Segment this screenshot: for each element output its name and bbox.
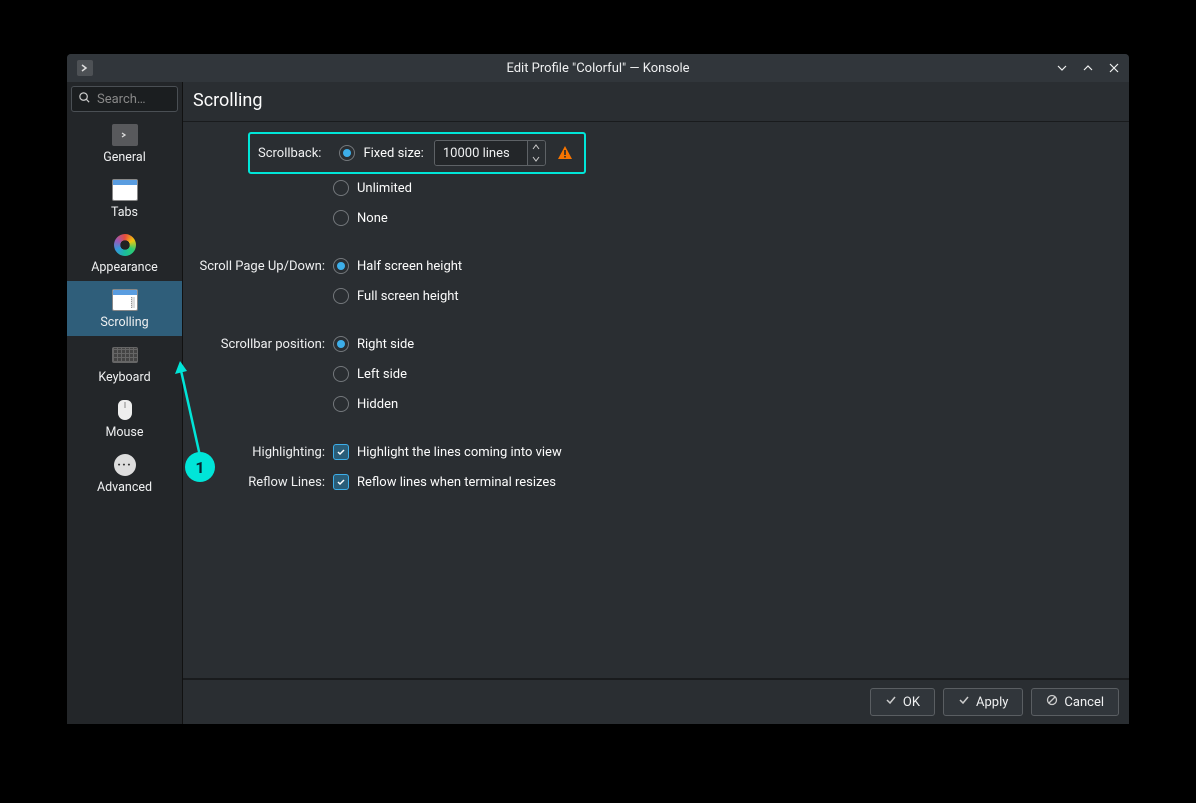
radio-label: None	[357, 211, 388, 226]
titlebar: Edit Profile "Colorful" — Konsole	[67, 54, 1129, 82]
scrollback-lines-input[interactable]	[435, 141, 527, 165]
checkbox-icon	[333, 444, 349, 460]
search-icon	[78, 91, 91, 108]
check-icon	[885, 694, 897, 710]
button-label: Cancel	[1064, 695, 1104, 710]
ellipsis-icon: ···	[112, 454, 138, 476]
search-box[interactable]	[71, 86, 178, 112]
cancel-icon	[1046, 694, 1058, 710]
radio-icon	[333, 366, 349, 382]
checkbox-icon	[333, 474, 349, 490]
section-title: Scrolling	[183, 82, 1129, 121]
radio-label: Right side	[357, 337, 414, 352]
spin-down-button[interactable]	[528, 153, 545, 165]
radio-icon	[333, 336, 349, 352]
sidebar-item-label: Advanced	[97, 480, 152, 495]
sidebar-item-label: Appearance	[91, 260, 158, 275]
highlight-lines-checkbox[interactable]: Highlight the lines coming into view	[333, 444, 562, 460]
sidebar-item-advanced[interactable]: ··· Advanced	[67, 446, 182, 501]
close-button[interactable]	[1105, 59, 1123, 77]
radio-icon	[333, 396, 349, 412]
radio-label: Hidden	[357, 397, 398, 412]
radio-icon	[333, 180, 349, 196]
radio-icon	[333, 258, 349, 274]
sidebar-item-general[interactable]: General	[67, 116, 182, 171]
color-wheel-icon	[112, 234, 138, 256]
scrollback-none-radio[interactable]: None	[333, 210, 388, 226]
spin-up-button[interactable]	[528, 141, 545, 153]
radio-label: Fixed size:	[363, 146, 423, 161]
form-area: Scrollback: Fixed size:	[183, 121, 1129, 679]
tabs-icon	[112, 179, 138, 201]
apply-button[interactable]: Apply	[943, 688, 1023, 716]
scrollback-label: Scrollback:	[258, 146, 329, 161]
maximize-button[interactable]	[1079, 59, 1097, 77]
checkbox-label: Reflow lines when terminal resizes	[357, 475, 556, 490]
scroll-page-full-radio[interactable]: Full screen height	[333, 288, 459, 304]
radio-label: Unlimited	[357, 181, 412, 196]
scrollbar-left-radio[interactable]: Left side	[333, 366, 407, 382]
sidebar-item-appearance[interactable]: Appearance	[67, 226, 182, 281]
sidebar-item-label: Tabs	[111, 205, 138, 220]
sidebar-item-mouse[interactable]: Mouse	[67, 391, 182, 446]
sidebar: General Tabs Appearance Scrolling Keyboa…	[67, 82, 183, 724]
check-icon	[958, 694, 970, 710]
highlighted-scrollback-row: Scrollback: Fixed size:	[248, 132, 586, 174]
scroll-page-label: Scroll Page Up/Down:	[193, 259, 333, 274]
sidebar-item-keyboard[interactable]: Keyboard	[67, 336, 182, 391]
scrollbar-position-label: Scrollbar position:	[193, 337, 333, 352]
dialog-window: Edit Profile "Colorful" — Konsole	[67, 54, 1129, 724]
highlighting-label: Highlighting:	[193, 445, 333, 460]
radio-label: Half screen height	[357, 259, 462, 274]
scroll-page-half-radio[interactable]: Half screen height	[333, 258, 462, 274]
scrollback-lines-spinbox[interactable]	[434, 140, 546, 166]
sidebar-item-label: Scrolling	[100, 315, 148, 330]
reflow-label: Reflow Lines:	[193, 475, 333, 490]
reflow-lines-checkbox[interactable]: Reflow lines when terminal resizes	[333, 474, 556, 490]
dialog-footer: OK Apply Cancel	[183, 679, 1129, 724]
radio-label: Left side	[357, 367, 407, 382]
ok-button[interactable]: OK	[870, 688, 935, 716]
button-label: OK	[903, 695, 920, 710]
sidebar-item-label: General	[103, 150, 146, 165]
radio-icon	[333, 210, 349, 226]
scrollback-fixed-radio[interactable]: Fixed size:	[339, 145, 423, 161]
scrollbar-right-radio[interactable]: Right side	[333, 336, 414, 352]
main-panel: Scrolling Scrollback: Fixed size:	[183, 82, 1129, 724]
checkbox-label: Highlight the lines coming into view	[357, 445, 562, 460]
radio-icon	[339, 145, 355, 161]
terminal-icon	[112, 124, 138, 146]
sidebar-item-scrolling[interactable]: Scrolling	[67, 281, 182, 336]
mouse-icon	[112, 399, 138, 421]
window-title: Edit Profile "Colorful" — Konsole	[506, 61, 689, 76]
button-label: Apply	[976, 695, 1008, 710]
sidebar-item-tabs[interactable]: Tabs	[67, 171, 182, 226]
scrolling-icon	[112, 289, 138, 311]
sidebar-item-label: Keyboard	[98, 370, 150, 385]
app-icon	[77, 60, 93, 76]
cancel-button[interactable]: Cancel	[1031, 688, 1119, 716]
sidebar-item-label: Mouse	[105, 425, 143, 440]
scrollbar-hidden-radio[interactable]: Hidden	[333, 396, 398, 412]
minimize-button[interactable]	[1053, 59, 1071, 77]
keyboard-icon	[112, 344, 138, 366]
radio-label: Full screen height	[357, 289, 459, 304]
search-input[interactable]	[97, 92, 171, 107]
warning-icon	[554, 142, 576, 164]
scrollback-unlimited-radio[interactable]: Unlimited	[333, 180, 412, 196]
radio-icon	[333, 288, 349, 304]
